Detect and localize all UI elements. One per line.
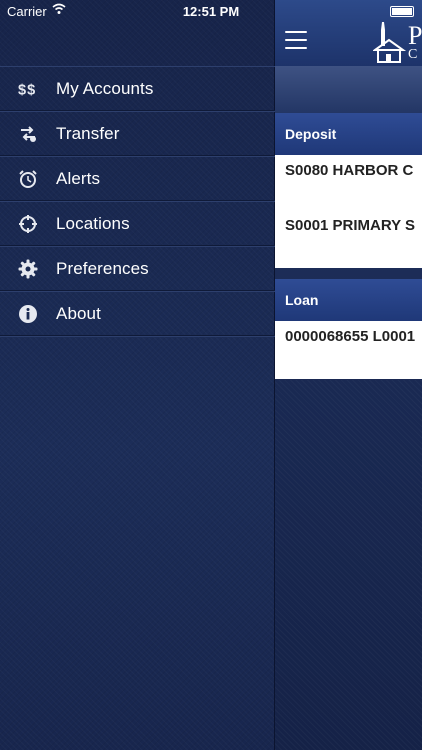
- deposit-section-header: Deposit: [275, 113, 422, 155]
- main-content: P C Deposit S0080 HARBOR C S0001 PRIMARY…: [275, 0, 422, 750]
- lighthouse-house-icon: [373, 22, 407, 63]
- hamburger-menu-icon[interactable]: [285, 31, 307, 49]
- crosshair-icon: [18, 214, 38, 234]
- menu-item-label: Alerts: [56, 169, 101, 188]
- app-screen: P C Deposit S0080 HARBOR C S0001 PRIMARY…: [0, 0, 422, 750]
- svg-text:$: $: [27, 82, 35, 98]
- logo-text-line2: C: [408, 47, 418, 62]
- menu-item-about[interactable]: About: [0, 292, 275, 337]
- loan-section-header: Loan: [275, 279, 422, 321]
- menu-item-label: Locations: [56, 214, 130, 233]
- gear-icon: [18, 259, 38, 279]
- status-bar: Carrier 12:51 PM: [0, 0, 422, 22]
- bank-logo: P C: [373, 20, 422, 66]
- dollar-icon: $ $: [18, 79, 38, 99]
- menu-item-label: My Accounts: [56, 79, 154, 98]
- sub-header-bar: [275, 66, 422, 113]
- menu-list: $ $ My Accounts Transfer Alerts Location…: [0, 66, 275, 337]
- account-row[interactable]: 0000068655 L0001: [275, 321, 422, 376]
- menu-item-label: About: [56, 304, 101, 323]
- menu-item-alerts[interactable]: Alerts: [0, 157, 275, 202]
- alarm-clock-icon: [18, 169, 38, 189]
- account-row[interactable]: S0080 HARBOR C: [275, 155, 422, 210]
- menu-item-my-accounts[interactable]: $ $ My Accounts: [0, 67, 275, 112]
- menu-item-preferences[interactable]: Preferences: [0, 247, 275, 292]
- svg-text:$: $: [18, 82, 26, 98]
- menu-item-locations[interactable]: Locations: [0, 202, 275, 247]
- side-menu: $ $ My Accounts Transfer Alerts Location…: [0, 0, 275, 750]
- battery-icon: [390, 6, 414, 17]
- account-row[interactable]: S0001 PRIMARY S: [275, 210, 422, 265]
- clock-time: 12:51 PM: [182, 4, 240, 19]
- menu-item-label: Preferences: [56, 259, 149, 278]
- transfer-icon: [18, 124, 38, 144]
- menu-item-transfer[interactable]: Transfer: [0, 112, 275, 157]
- menu-item-label: Transfer: [56, 124, 120, 143]
- info-icon: [18, 304, 38, 324]
- loan-accounts-list: 0000068655 L0001: [275, 321, 422, 379]
- deposit-accounts-list: S0080 HARBOR C S0001 PRIMARY S: [275, 155, 422, 268]
